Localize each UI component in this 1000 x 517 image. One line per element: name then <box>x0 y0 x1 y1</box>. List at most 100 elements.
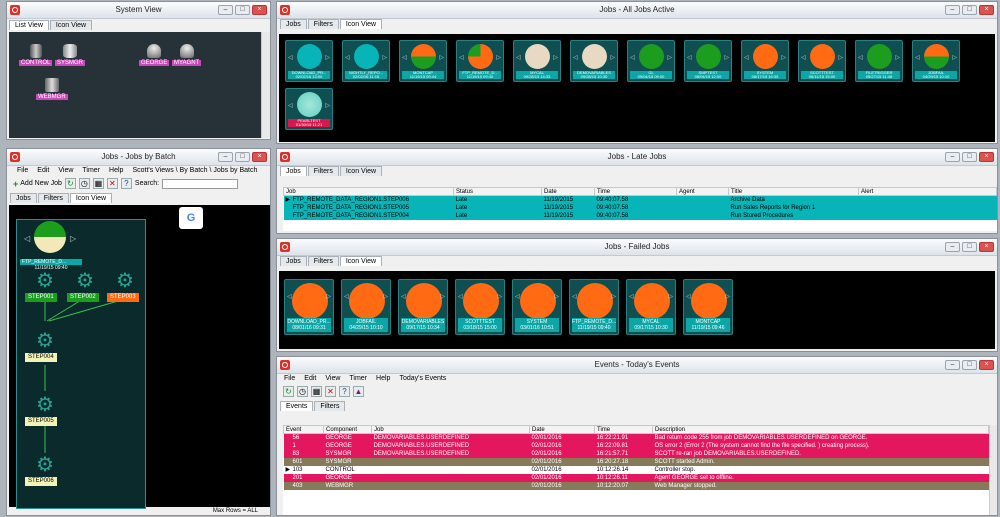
minimize-button[interactable]: – <box>945 152 960 162</box>
help-icon[interactable]: ? <box>120 178 132 189</box>
job-tile[interactable]: ◁ ▷ FTP_REMOTE_D... 11/19/15 09:40 <box>569 279 619 335</box>
job-tile[interactable]: ◁ ▷ MYCAL 09/28/15 14:33 <box>513 40 561 82</box>
column-header[interactable]: Time <box>594 187 677 196</box>
table-row[interactable]: 83 SYSMGR DEMOVARIABLES.USERDEFINED 02/01/2… <box>283 449 989 458</box>
minimize-button[interactable]: – <box>218 152 233 162</box>
job-tile[interactable]: ◁ ▷ JOBFAIL 04/29/15 10:10 <box>912 40 960 82</box>
menu-help[interactable]: Help <box>376 375 390 382</box>
table-row[interactable]: 403 WEBMGR 02/01/2016 10:12:20.07 Web Manage… <box>283 481 989 490</box>
minimize-button[interactable]: – <box>945 360 960 370</box>
step002-label[interactable]: STEP002 <box>67 293 99 302</box>
close-button[interactable]: × <box>252 152 267 162</box>
tab-filters[interactable]: Filters <box>307 166 339 176</box>
job-tile[interactable]: ◁ ▷ DEMOVARIABLES 09/17/15 10:34 <box>398 279 448 335</box>
maximize-button[interactable]: □ <box>962 5 977 15</box>
column-header[interactable]: Description <box>652 425 989 434</box>
job-tile[interactable]: ◁ ▷ SYSTEM 06/17/15 16:35 <box>741 40 789 82</box>
tab-icon-view[interactable]: Icon View <box>49 20 93 30</box>
tab-jobs[interactable]: Jobs <box>280 19 307 29</box>
tab-filters[interactable]: Filters <box>307 19 339 29</box>
tab-icon-view[interactable]: Icon View <box>339 166 383 176</box>
table-row[interactable]: FTP_REMOTE_DATA_REGION1.STEP004 Late 11/19… <box>283 211 997 220</box>
menu-timer[interactable]: Timer <box>349 375 367 382</box>
table-row[interactable]: ▶ 103 CONTROL 02/01/2016 10:12:26.14 Controll… <box>283 465 989 474</box>
translate-icon[interactable]: G <box>179 207 203 229</box>
system-node-myagnt[interactable]: MYAGNT <box>172 44 202 66</box>
menu-file[interactable]: File <box>17 167 28 174</box>
job-tile[interactable]: ◁ ▷ FTP_REMOTE_D... 11/19/15 09:40 <box>456 40 504 82</box>
column-header[interactable]: Job <box>283 187 454 196</box>
system-node-george[interactable]: GEORGE <box>139 44 170 66</box>
column-header[interactable]: Job <box>371 425 530 434</box>
maximize-button[interactable]: □ <box>962 152 977 162</box>
system-node-control[interactable]: CONTROL <box>19 44 53 66</box>
timer-icon[interactable]: ◷ <box>78 178 90 189</box>
job-tile[interactable]: ◁ ▷ SCOTTTEST 03/18/15 15:00 <box>455 279 505 335</box>
tab-icon-view[interactable]: Icon View <box>69 193 113 203</box>
job-tile[interactable]: ◁ ▷ GL 09/04/15 09:00 <box>627 40 675 82</box>
job-tile[interactable]: ◁ ▷ DEMOVARIABLES 09/28/15 10:30 <box>570 40 618 82</box>
table-row[interactable]: ▶ FTP_REMOTE_DATA_REGION1.STEP006 Late 11/1… <box>283 195 997 204</box>
tab-filters[interactable]: Filters <box>314 401 346 411</box>
column-header[interactable]: Title <box>728 187 859 196</box>
tab-filters[interactable]: Filters <box>307 256 339 266</box>
properties-icon[interactable]: ▦ <box>92 178 104 189</box>
column-header[interactable]: Component <box>323 425 372 434</box>
close-button[interactable]: × <box>979 242 994 252</box>
table-row[interactable]: FTP_REMOTE_DATA_REGION1.STEP005 Late 11/19… <box>283 203 997 212</box>
tab-jobs[interactable]: Jobs <box>10 193 37 203</box>
delete-icon[interactable]: ✕ <box>106 178 118 189</box>
tab-jobs[interactable]: Jobs <box>280 166 307 176</box>
minimize-button[interactable]: – <box>945 242 960 252</box>
column-header[interactable]: Alert <box>858 187 997 196</box>
table-row[interactable]: 1 GEORGE DEMOVARIABLES.USERDEFINED 02/01/20… <box>283 441 989 450</box>
menu-view[interactable]: View <box>325 375 340 382</box>
menu-view[interactable]: View <box>58 167 73 174</box>
job-tile[interactable]: ◁ ▷ NIGHTLY_REPO... 02/02/16 11:15 <box>342 40 390 82</box>
alert-icon[interactable]: ▲ <box>353 386 364 397</box>
close-button[interactable]: × <box>979 360 994 370</box>
tab-jobs[interactable]: Jobs <box>280 256 307 266</box>
events-scrollbar[interactable] <box>989 425 997 515</box>
job-tile[interactable]: ◁ ▷ MYCAL 09/17/15 10:30 <box>626 279 676 335</box>
tab-filters[interactable]: Filters <box>37 193 69 203</box>
table-row[interactable]: 56 GEORGE DEMOVARIABLES.USERDEFINED 02/01/2… <box>283 433 989 442</box>
step004-label[interactable]: STEP004 <box>25 353 57 362</box>
menu-timer[interactable]: Timer <box>82 167 100 174</box>
column-header[interactable]: Event <box>283 425 324 434</box>
job-tile[interactable]: ◁ ▷ SYSTEM 03/01/16 10:51 <box>512 279 562 335</box>
close-button[interactable]: × <box>979 152 994 162</box>
minimize-button[interactable]: – <box>945 5 960 15</box>
column-header[interactable]: Status <box>453 187 542 196</box>
job-tile[interactable]: ◁ ▷ PEARLTEST 01/30/15 11:21 <box>285 88 333 130</box>
job-tile[interactable]: ◁ ▷ SMPTEST 08/04/15 12:00 <box>684 40 732 82</box>
system-node-sysmgr[interactable]: SYSMGR <box>55 44 86 66</box>
menu-help[interactable]: Help <box>109 167 123 174</box>
tab-list-view[interactable]: List View <box>9 20 49 30</box>
table-row[interactable]: 201 GEORGE 02/01/2016 10:12:26.11 Agent GEOR… <box>283 473 989 482</box>
step003-label[interactable]: STEP003 <box>107 293 139 302</box>
refresh-icon[interactable]: ↻ <box>64 178 76 189</box>
close-button[interactable]: × <box>979 5 994 15</box>
menu-edit[interactable]: Edit <box>37 167 49 174</box>
maximize-button[interactable]: □ <box>235 152 250 162</box>
column-header[interactable]: Time <box>594 425 653 434</box>
refresh-icon[interactable]: ↻ <box>283 386 294 397</box>
properties-icon[interactable]: ▦ <box>311 386 322 397</box>
minimize-button[interactable]: – <box>218 5 233 15</box>
help-icon[interactable]: ? <box>339 386 350 397</box>
timer-icon[interactable]: ◷ <box>297 386 308 397</box>
close-button[interactable]: × <box>252 5 267 15</box>
step005-label[interactable]: STEP005 <box>25 417 57 426</box>
column-header[interactable]: Agent <box>676 187 729 196</box>
delete-icon[interactable]: ✕ <box>325 386 336 397</box>
job-tile[interactable]: ◁ ▷ MONTCAP 11/19/15 09:46 <box>683 279 733 335</box>
job-tile[interactable]: ◁ ▷ FILETRIGGER 05/27/15 11:48 <box>855 40 903 82</box>
maximize-button[interactable]: □ <box>962 242 977 252</box>
step006-label[interactable]: STEP006 <box>25 477 57 486</box>
add-job-button[interactable]: + Add New Job <box>13 179 62 189</box>
tab-icon-view[interactable]: Icon View <box>339 19 383 29</box>
job-tile[interactable]: ◁ ▷ DOWNLOAD_PR... 08/01/16 09:31 <box>284 279 334 335</box>
maximize-button[interactable]: □ <box>235 5 250 15</box>
menu-file[interactable]: File <box>284 375 295 382</box>
